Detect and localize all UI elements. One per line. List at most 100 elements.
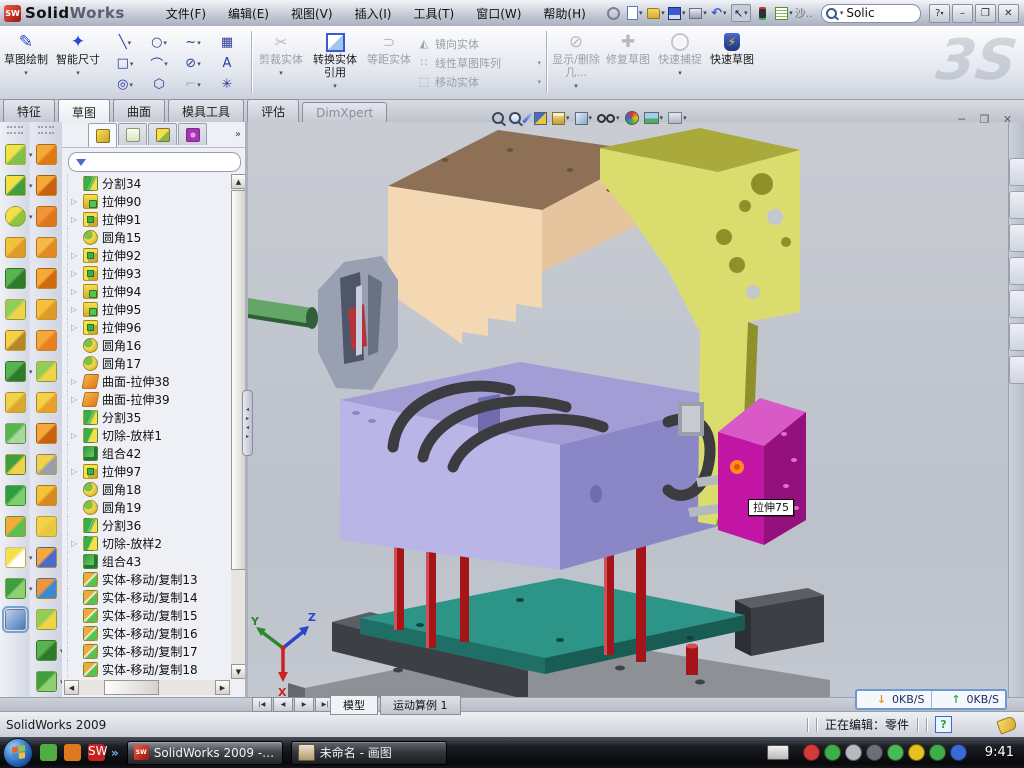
feature-tool-icon[interactable] (36, 454, 57, 475)
commandmanager-tab[interactable]: DimXpert (302, 102, 387, 122)
viewport-tool-icon[interactable] (526, 109, 529, 127)
quickbar-icon[interactable]: ↖▾ (731, 4, 751, 22)
feature-tree-item[interactable]: ▷实体-移动/复制18 (67, 660, 230, 678)
quick-snaps-button[interactable]: 快速捕捉 ▾ (654, 28, 706, 96)
feature-tool-icon[interactable]: ▾ (5, 144, 26, 165)
sketch-entity-button[interactable]: ▦ (210, 32, 244, 53)
expander-icon[interactable]: ▷ (71, 215, 79, 224)
minimize-button[interactable]: – (952, 4, 973, 23)
sketch-entity-button[interactable]: ⌐▾ (176, 74, 210, 95)
network-speed-widget[interactable]: ↓ 0KB/S ↑ 0KB/S (855, 689, 1007, 710)
feature-tree-item[interactable]: ▷圆角15 (67, 228, 230, 246)
viewport-tool-icon[interactable]: ▾ (644, 109, 664, 127)
feature-tool-icon[interactable] (36, 392, 57, 413)
chevron-down-icon[interactable]: ▾ (840, 9, 844, 17)
feature-tree-item[interactable]: ▷拉伸93 (67, 264, 230, 282)
help-button[interactable]: ?▾ (929, 4, 950, 23)
model-rail-right[interactable] (735, 588, 824, 656)
sketch-entity-button[interactable]: ~▾ (176, 32, 210, 53)
doc-close-button[interactable]: ✕ (999, 112, 1016, 126)
search-box[interactable]: ▾ Solic (821, 4, 921, 23)
feature-tree-item[interactable]: ▷组合43 (67, 552, 230, 570)
feature-tool-icon[interactable] (36, 361, 57, 382)
panel-tab[interactable] (148, 123, 177, 145)
scrollbar-thumb[interactable] (104, 680, 159, 695)
panel-tab[interactable] (178, 123, 207, 145)
feature-tool-icon[interactable] (5, 392, 26, 413)
feature-tool-icon[interactable] (36, 423, 57, 444)
menu-item[interactable]: 插入(I) (344, 0, 403, 27)
search-input[interactable]: Solic (846, 6, 874, 20)
quick-launch-icon[interactable] (64, 744, 81, 761)
splitter-handle[interactable]: ◂▸◂▸ (242, 390, 253, 456)
commandmanager-tab[interactable]: 特征 (3, 99, 55, 122)
feature-tree-item[interactable]: ▷圆角16 (67, 336, 230, 354)
menu-item[interactable]: 视图(V) (280, 0, 344, 27)
quickbar-icon[interactable]: ▾ (647, 5, 665, 21)
feature-tool-icon[interactable] (36, 547, 57, 568)
tray-icon[interactable] (803, 744, 820, 761)
feature-tree-item[interactable]: ▷拉伸90 (67, 192, 230, 210)
feature-tool-icon[interactable] (5, 423, 26, 444)
status-help-icon[interactable]: ? (935, 716, 952, 733)
scroll-down-button[interactable]: ▼ (231, 664, 246, 679)
feature-tool-icon[interactable] (5, 454, 26, 475)
feature-tree-item[interactable]: ▷组合42 (67, 444, 230, 462)
taskbar-button-paint[interactable]: 未命名 - 画图 (291, 741, 447, 765)
display-delete-relations-button[interactable]: ⊘ 显示/删除几... ▾ (550, 28, 602, 96)
viewport-tool-icon[interactable] (625, 109, 639, 127)
task-pane-tab[interactable] (1009, 224, 1024, 252)
viewport-tool-icon[interactable] (509, 109, 521, 127)
tray-icon[interactable] (908, 744, 925, 761)
feature-tool-icon[interactable] (5, 516, 26, 537)
viewport-tool-icon[interactable]: ▾ (597, 109, 620, 127)
feature-tree-item[interactable]: ▷实体-移动/复制17 (67, 642, 230, 660)
expander-icon[interactable]: ▷ (71, 197, 79, 206)
tray-icon[interactable] (929, 744, 946, 761)
commandmanager-tab[interactable]: 曲面 (113, 99, 165, 122)
feature-tool-icon[interactable]: ▾ (36, 671, 57, 692)
feature-tree-item[interactable]: ▷拉伸91 (67, 210, 230, 228)
scroll-right-button[interactable]: ▶ (215, 680, 230, 695)
model-nozzle-assembly[interactable] (248, 256, 398, 390)
quickbar-icon[interactable]: ↶▾ (710, 5, 728, 21)
viewport-tool-icon[interactable]: ▾ (552, 109, 570, 127)
viewport-tool-icon[interactable] (492, 109, 504, 127)
feature-tool-icon[interactable] (36, 299, 57, 320)
viewport-tool-icon[interactable] (534, 109, 547, 127)
expander-icon[interactable]: ▷ (71, 467, 79, 476)
feature-tree-item[interactable]: ▷分割36 (67, 516, 230, 534)
feature-tree-item[interactable]: ▷切除-放样1 (67, 426, 230, 444)
feature-tool-icon[interactable] (5, 485, 26, 506)
feature-tree-item[interactable]: ▷拉伸96 (67, 318, 230, 336)
feature-tool-icon[interactable] (36, 609, 57, 630)
tray-icon[interactable] (845, 744, 862, 761)
close-button[interactable]: ✕ (998, 4, 1019, 23)
feature-tool-icon[interactable]: ▾ (5, 206, 26, 227)
task-pane-tab[interactable] (1009, 356, 1024, 384)
sketch-entity-button[interactable]: ⊘▾ (176, 53, 210, 74)
feature-tree-item[interactable]: ▷拉伸95 (67, 300, 230, 318)
quickbar-icon[interactable]: ▾ (626, 5, 644, 21)
motion-nav-button[interactable]: ◀ (273, 697, 293, 712)
taskbar-button-solidworks[interactable]: SW SolidWorks 2009 - ... (127, 741, 283, 765)
feature-tool-icon[interactable]: ▾ (5, 547, 26, 568)
trim-entities-button[interactable]: ✂ 剪裁实体 ▾ (255, 28, 307, 96)
feature-tree-item[interactable]: ▷曲面-拉伸39 (67, 390, 230, 408)
repair-sketch-button[interactable]: ✚ 修复草图 (602, 28, 654, 96)
tree-horizontal-scrollbar[interactable]: ◀ ▶ (64, 680, 230, 695)
expander-icon[interactable]: ▷ (71, 431, 79, 440)
feature-tool-icon[interactable] (36, 330, 57, 351)
feature-tool-icon[interactable] (5, 299, 26, 320)
quickbar-icon[interactable] (605, 5, 623, 21)
commandmanager-tab[interactable]: 模具工具 (168, 99, 244, 122)
model-tab[interactable]: 运动算例 1 (380, 695, 461, 715)
sketch-tool-row[interactable]: ∷线性草图阵列▾ (415, 53, 543, 72)
toolbar-overflow[interactable]: 沙.. (795, 5, 813, 21)
feature-tool-icon[interactable] (36, 578, 57, 599)
taskbar-clock[interactable]: 9:41 (985, 745, 1014, 760)
offset-entities-button[interactable]: ⊃ 等距实体 (363, 28, 415, 96)
feature-tool-icon[interactable] (36, 175, 57, 196)
viewport-tool-icon[interactable]: ▾ (668, 109, 687, 127)
motion-nav-button[interactable]: ▶ (294, 697, 314, 712)
